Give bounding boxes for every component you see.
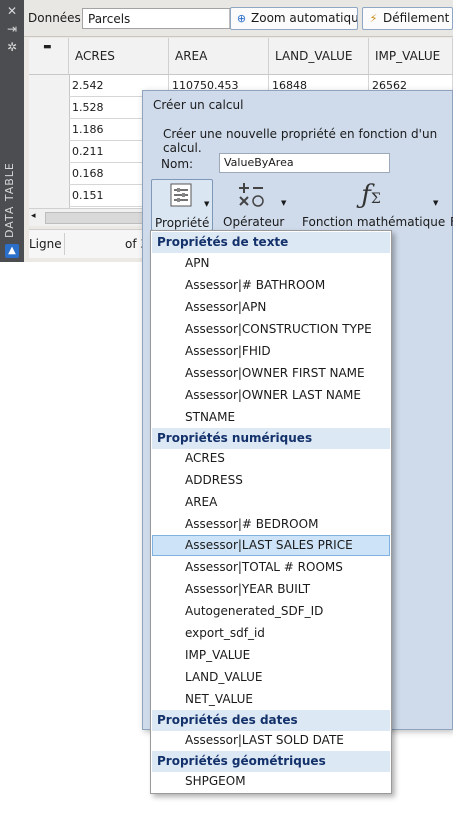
menu-item[interactable]: APN: [185, 252, 209, 274]
row-header-column[interactable]: [29, 75, 70, 208]
operator-icon: [235, 181, 265, 209]
menu-item[interactable]: STNAME: [185, 406, 235, 428]
menu-item[interactable]: Assessor|# BEDROOM: [185, 513, 318, 535]
menu-item[interactable]: ACRES: [185, 447, 225, 469]
section-header-text-properties: Propriétés de texte: [152, 232, 390, 253]
name-input[interactable]: ValueByArea: [219, 153, 390, 173]
select-all-corner[interactable]: ▬: [29, 38, 69, 74]
column-header-land-value[interactable]: LAND_VALUE: [269, 38, 369, 74]
chevron-down-icon: ▼: [204, 200, 210, 208]
status-divider: [64, 233, 65, 255]
menu-item[interactable]: Autogenerated_SDF_ID: [185, 600, 323, 622]
math-function-button[interactable]: ƒΣ ▼ Fonction mathématique: [299, 179, 445, 231]
section-header-numeric-properties: Propriétés numériques: [152, 428, 390, 449]
close-icon[interactable]: ✕: [4, 4, 20, 18]
operator-button[interactable]: ▼ Opérateur: [221, 179, 291, 231]
menu-item[interactable]: Assessor|FHID: [185, 340, 271, 362]
property-dropdown-menu: Propriétés de texte APN Assessor|# BATHR…: [150, 230, 392, 794]
menu-item[interactable]: export_sdf_id: [185, 622, 265, 644]
menu-item[interactable]: Assessor|TOTAL # ROOMS: [185, 556, 343, 578]
grid-header-row: ▬ ACRES AREA LAND_VALUE IMP_VALUE: [29, 38, 453, 75]
zoom-icon: ⊕: [236, 12, 247, 25]
menu-item[interactable]: Assessor|CONSTRUCTION TYPE: [185, 318, 372, 340]
menu-item[interactable]: Assessor|YEAR BUILT: [185, 578, 310, 600]
menu-item[interactable]: Assessor|APN: [185, 296, 266, 318]
menu-item[interactable]: AREA: [185, 491, 217, 513]
calculation-ribbon: ▼ Propriété ▼ Opérateur ƒΣ ▼ Fonction ma…: [151, 179, 453, 233]
property-label: Propriété: [155, 216, 210, 230]
menu-item[interactable]: Assessor|# BATHROOM: [185, 274, 325, 296]
property-button[interactable]: ▼ Propriété: [151, 179, 213, 231]
math-function-label: Fonction mathématique: [302, 215, 446, 229]
data-label: Données:: [28, 11, 85, 25]
menu-item[interactable]: NET_VALUE: [185, 688, 253, 710]
palette-title: DATA TABLE: [3, 162, 16, 238]
data-source-select[interactable]: Parcels ▼: [82, 8, 246, 29]
column-header-area[interactable]: AREA: [169, 38, 269, 74]
property-list-icon: [166, 182, 196, 210]
chevron-down-icon: ▼: [433, 199, 439, 207]
settings-icon[interactable]: ✲: [4, 40, 20, 54]
menu-item[interactable]: Assessor|LAST SOLD DATE: [185, 729, 344, 751]
auto-hide-icon[interactable]: ⇥: [4, 22, 20, 36]
function-icon: ƒΣ: [361, 180, 381, 210]
menu-item[interactable]: Assessor|OWNER FIRST NAME: [185, 362, 365, 384]
scrollbar-thumb[interactable]: [45, 212, 157, 224]
chevron-down-icon: ▼: [281, 199, 287, 207]
palette-strip: ✕ ⇥ ✲ DATA TABLE ▲: [0, 0, 24, 262]
menu-item[interactable]: ADDRESS: [185, 469, 243, 491]
autocad-logo-icon: ▲: [5, 244, 19, 258]
scroll-label: Défilement au: [383, 11, 452, 25]
menu-item[interactable]: IMP_VALUE: [185, 644, 250, 666]
scroll-button[interactable]: ⚡ Défilement au: [362, 7, 453, 30]
dialog-title: Créer un calcul: [153, 98, 244, 112]
column-header-imp-value[interactable]: IMP_VALUE: [369, 38, 453, 74]
scroll-icon: ⚡: [369, 12, 378, 25]
column-header-acres[interactable]: ACRES: [69, 38, 169, 74]
zoom-auto-button[interactable]: ⊕ Zoom automatique: [230, 7, 358, 30]
row-label: Ligne: [29, 237, 62, 251]
operator-label: Opérateur: [223, 215, 285, 229]
name-label: Nom:: [161, 157, 194, 171]
section-header-geometric-properties: Propriétés géométriques: [152, 751, 390, 772]
dialog-description: Créer une nouvelle propriété en fonction…: [163, 127, 438, 155]
data-table-toolbar: Données: Parcels ▼ ⊕ Zoom automatique ⚡ …: [24, 0, 453, 37]
scroll-left-icon[interactable]: ◂: [31, 211, 36, 221]
menu-item-selected[interactable]: Assessor|LAST SALES PRICE: [185, 534, 353, 556]
zoom-auto-label: Zoom automatique: [251, 11, 358, 25]
menu-item[interactable]: SHPGEOM: [185, 770, 246, 792]
section-header-date-properties: Propriétés des dates: [152, 710, 390, 731]
data-source-value: Parcels: [88, 12, 131, 26]
menu-item[interactable]: LAND_VALUE: [185, 666, 263, 688]
menu-item[interactable]: Assessor|OWNER LAST NAME: [185, 384, 361, 406]
